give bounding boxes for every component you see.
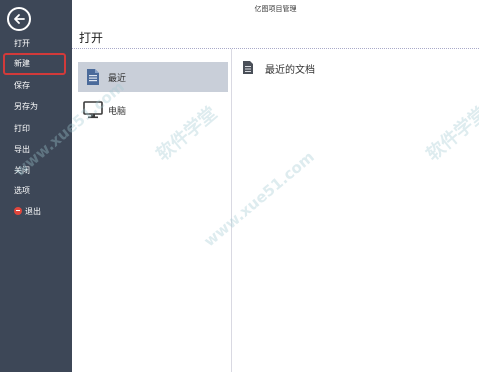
sidebar-item-options[interactable]: 选项	[0, 180, 72, 202]
sidebar-item-save[interactable]: 保存	[0, 75, 72, 97]
recent-documents-header: 最近的文档	[242, 60, 315, 76]
watermark-text-right: 软件学堂	[422, 102, 479, 166]
sidebar-item-new[interactable]: 新建	[3, 53, 66, 75]
sidebar-item-export[interactable]: 导出	[0, 139, 72, 161]
exit-icon	[14, 206, 22, 215]
recent-documents-title: 最近的文档	[265, 64, 315, 76]
backstage-sidebar: 打开 新建 保存 另存为 打印 导出 关闭 选项 退出	[0, 0, 72, 372]
app-title: 亿图项目管理	[254, 5, 297, 13]
sidebar-item-save-as[interactable]: 另存为	[0, 96, 72, 118]
location-computer-label: 电脑	[108, 106, 127, 117]
sidebar-item-exit-label: 退出	[25, 207, 41, 216]
back-arrow-icon	[14, 14, 25, 24]
sidebar-item-exit[interactable]: 退出	[0, 201, 72, 223]
document-icon	[242, 60, 256, 76]
sidebar-item-open[interactable]: 打开	[0, 33, 72, 55]
location-recent-label: 最近	[108, 73, 127, 84]
page-title: 打开	[79, 31, 104, 45]
sidebar-item-print[interactable]: 打印	[0, 118, 72, 140]
location-computer[interactable]: 电脑	[78, 95, 228, 125]
location-recent[interactable]: 最近	[78, 62, 228, 92]
recent-doc-icon	[82, 67, 104, 87]
location-list: 最近 电脑	[72, 49, 232, 372]
column-divider	[231, 49, 232, 372]
monitor-icon	[82, 100, 104, 120]
sidebar-item-close[interactable]: 关闭	[0, 160, 72, 182]
